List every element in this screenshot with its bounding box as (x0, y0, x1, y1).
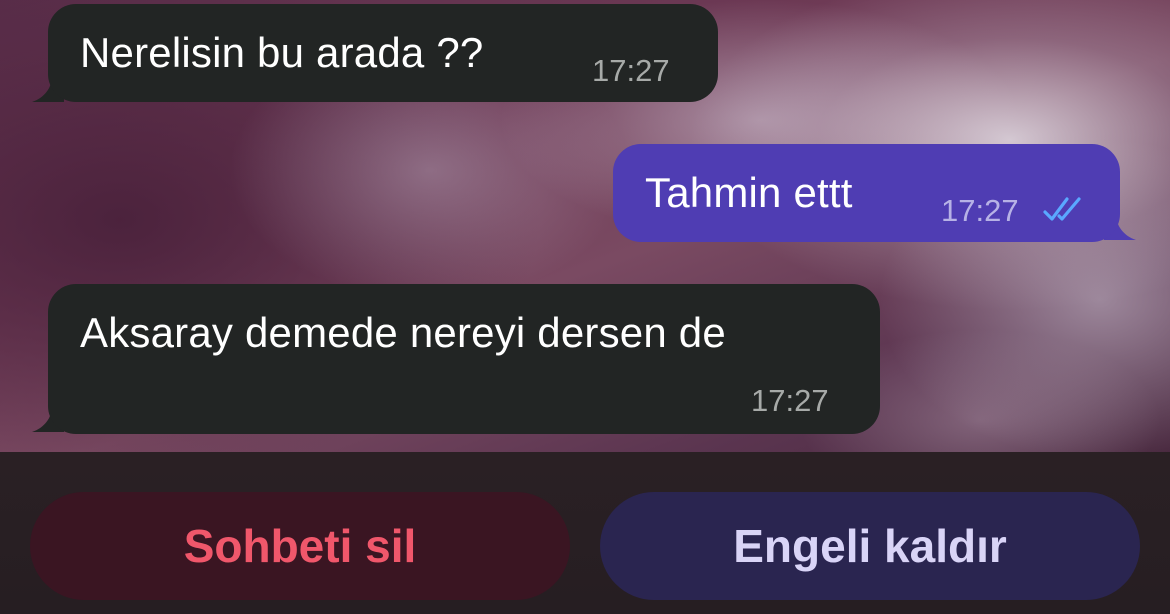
double-check-icon (1043, 197, 1081, 221)
message-time: 17:27 (751, 383, 829, 418)
action-bar: Sohbeti sil Engeli kaldır (0, 452, 1170, 614)
message-time: 17:27 (941, 193, 1019, 228)
message-text: Aksaray demede nereyi dersen de (80, 309, 726, 356)
message-time: 17:27 (592, 53, 670, 88)
message-bubble-outgoing[interactable]: Tahmin ettt 17:27 (613, 144, 1120, 242)
message-bubble-incoming[interactable]: Aksaray demede nereyi dersen de 17:27 (48, 284, 880, 434)
delete-chat-button[interactable]: Sohbeti sil (30, 492, 570, 600)
unblock-button[interactable]: Engeli kaldır (600, 492, 1140, 600)
message-text: Tahmin ettt (645, 169, 853, 216)
message-bubble-incoming[interactable]: Nerelisin bu arada ?? 17:27 (48, 4, 718, 102)
chat-area[interactable]: Nerelisin bu arada ?? 17:27 Tahmin ettt … (0, 0, 1170, 452)
message-text: Nerelisin bu arada ?? (80, 29, 484, 76)
